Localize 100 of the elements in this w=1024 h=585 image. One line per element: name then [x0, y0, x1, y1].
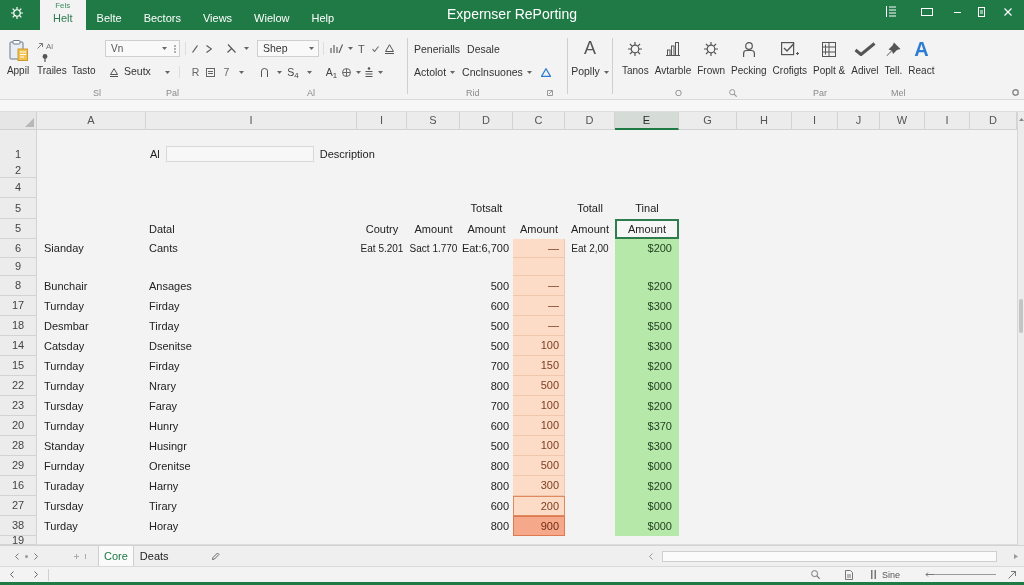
ribbon-tab[interactable]: Views	[191, 0, 244, 30]
row-header[interactable]: 29	[0, 456, 37, 476]
column-header[interactable]: A	[37, 112, 146, 130]
row-header[interactable]: 20	[0, 416, 37, 436]
ribbon-tab[interactable]: Wielow	[243, 0, 301, 30]
caret-icon[interactable]	[239, 70, 245, 74]
size-button[interactable]: A$_{1}$	[325, 66, 338, 78]
column-header[interactable]: C	[513, 112, 565, 130]
font-dropdown[interactable]: Vn	[105, 40, 180, 57]
row-header[interactable]: 28	[0, 436, 37, 456]
chevron-right-icon[interactable]	[34, 571, 38, 578]
text-style-button[interactable]: T	[358, 42, 365, 55]
row-header[interactable]: 15	[0, 356, 37, 376]
paste-button[interactable]: Appil	[5, 40, 31, 77]
letter-button[interactable]: 7	[223, 66, 230, 78]
triangle-icon[interactable]	[384, 43, 394, 54]
column-header[interactable]: G	[679, 112, 737, 130]
script-button[interactable]: S$_{4}$	[287, 66, 299, 78]
row-header[interactable]: 2	[0, 163, 37, 178]
chevron-left-icon[interactable]	[15, 552, 19, 560]
dot-icon[interactable]	[25, 554, 28, 558]
dropdown-button[interactable]: Cnclnsuones	[462, 66, 532, 78]
column-header[interactable]: D	[970, 112, 1017, 130]
row-header[interactable]: 8	[0, 276, 37, 296]
arrow-icon[interactable]	[37, 43, 43, 49]
pin-icon[interactable]	[42, 54, 48, 62]
ribbon-button[interactable]: Crofigts	[772, 40, 808, 77]
column-header[interactable]: D	[460, 112, 513, 130]
row-header[interactable]: 14	[0, 336, 37, 356]
arch-icon[interactable]	[261, 67, 269, 77]
arrow-icon[interactable]	[1008, 570, 1016, 579]
horizontal-scrollbar[interactable]	[662, 550, 997, 562]
stack-icon[interactable]	[365, 67, 374, 77]
triangle-icon[interactable]	[540, 67, 551, 77]
gear-icon[interactable]	[11, 7, 23, 19]
row-header[interactable]: 38	[0, 516, 37, 536]
arrow-left-icon[interactable]	[925, 572, 934, 577]
row-header[interactable]: 22	[0, 376, 37, 396]
row-header[interactable]: 1	[0, 130, 37, 163]
row-header[interactable]: 23	[0, 396, 37, 416]
column-header[interactable]: I	[357, 112, 407, 130]
input-field[interactable]	[165, 146, 314, 162]
letter-button[interactable]: R	[191, 66, 200, 78]
ribbon-button[interactable]: A React	[908, 40, 935, 77]
document-icon[interactable]	[845, 569, 853, 580]
dropdown-button[interactable]: Poplly	[571, 64, 609, 80]
row-header[interactable]: 9	[0, 258, 37, 276]
column-header[interactable]: S	[407, 112, 460, 130]
sheet-tab[interactable]: Core	[98, 546, 134, 566]
caret-icon[interactable]	[356, 70, 362, 74]
ribbon-tab[interactable]: Fels Helt	[40, 0, 86, 30]
row-header[interactable]: 4	[0, 178, 37, 198]
close-icon[interactable]	[1004, 8, 1012, 16]
column-header[interactable]: I	[146, 112, 357, 130]
ribbon-button[interactable]: Tell.	[884, 40, 903, 77]
rectangle-icon[interactable]	[921, 8, 933, 16]
column-header[interactable]: D	[565, 112, 615, 130]
row-header[interactable]: 27	[0, 496, 37, 516]
chevron-left-icon[interactable]	[10, 571, 14, 578]
font-color-dropdown[interactable]: Seutx	[110, 64, 170, 80]
column-header[interactable]: J	[838, 112, 880, 130]
ribbon-button[interactable]: Penerialls	[414, 42, 461, 55]
double-bar-icon[interactable]	[871, 570, 876, 579]
ribbon-button[interactable]: Trailes	[37, 65, 67, 77]
column-header[interactable]: I	[925, 112, 970, 130]
ribbon-button[interactable]: Tanos	[622, 40, 649, 77]
ribbon-button[interactable]: Tasto	[71, 65, 96, 77]
ribbon-button[interactable]: Pecking	[731, 40, 767, 77]
expand-icon[interactable]	[546, 89, 553, 96]
check-icon[interactable]	[371, 45, 379, 52]
chevron-right-icon[interactable]	[34, 552, 38, 560]
row-header[interactable]: 18	[0, 316, 37, 336]
row-header[interactable]: 5	[0, 219, 37, 239]
box-icon[interactable]	[206, 67, 216, 77]
row-header[interactable]: 16	[0, 476, 37, 496]
ribbon-tab[interactable]: Bectors	[132, 0, 192, 30]
ribbon-tab[interactable]: Belte	[85, 0, 133, 30]
circle-cross-icon[interactable]	[342, 67, 352, 77]
chevron-icon[interactable]	[206, 44, 212, 53]
search-icon[interactable]	[729, 88, 737, 97]
chevron-left-icon[interactable]	[649, 552, 653, 560]
column-header[interactable]: E	[615, 112, 679, 130]
ribbon-button[interactable]: Poplt &	[813, 40, 846, 77]
bars-icon[interactable]	[330, 44, 343, 53]
column-header[interactable]: H	[737, 112, 792, 130]
row-header[interactable]: 6	[0, 239, 37, 258]
ribbon-button[interactable]: Frown	[697, 40, 725, 77]
ribbon-button[interactable]: Avtarble	[654, 40, 692, 77]
caret-icon[interactable]	[1014, 553, 1018, 559]
column-header[interactable]: W	[880, 112, 925, 130]
ribbon-button[interactable]: Desale	[467, 42, 500, 55]
slash-icon[interactable]	[192, 44, 198, 53]
column-header[interactable]: I	[792, 112, 838, 130]
caret-icon[interactable]	[348, 47, 353, 50]
caret-icon[interactable]	[378, 70, 384, 74]
angle-icon[interactable]	[227, 44, 236, 53]
caret-icon[interactable]	[306, 70, 312, 74]
row-header[interactable]: 5	[0, 198, 37, 219]
caret-icon[interactable]	[244, 47, 249, 50]
list-icon[interactable]	[886, 6, 896, 17]
